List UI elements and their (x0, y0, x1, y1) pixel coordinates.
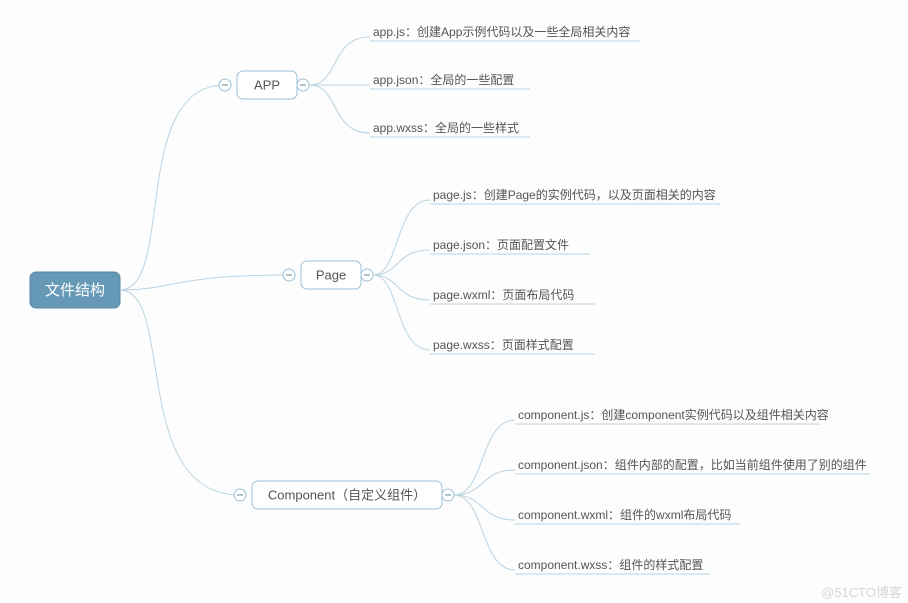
node-app[interactable]: APP (219, 71, 309, 99)
node-comp-label: Component（自定义组件） (268, 487, 426, 502)
leaf-comp-1: component.json：组件内部的配置，比如当前组件使用了别的组件 (515, 457, 870, 474)
branch-comp-3 (454, 495, 515, 570)
svg-text:page.js：创建Page的实例代码，以及页面相关的内容: page.js：创建Page的实例代码，以及页面相关的内容 (433, 187, 716, 202)
leaf-app-2: app.wxss：全局的一些样式 (370, 120, 530, 137)
svg-text:app.json：全局的一些配置: app.json：全局的一些配置 (373, 72, 514, 87)
leaf-page-1: page.json：页面配置文件 (430, 237, 590, 254)
svg-text:component.wxml：组件的wxml布局代码: component.wxml：组件的wxml布局代码 (518, 507, 731, 522)
watermark: @51CTO博客 (821, 585, 902, 600)
svg-text:component.wxss：组件的样式配置: component.wxss：组件的样式配置 (518, 557, 703, 572)
node-comp[interactable]: Component（自定义组件） (234, 481, 454, 509)
root-node[interactable]: 文件结构 (30, 272, 120, 308)
mindmap-canvas: 文件结构 APP app.js：创建App示例代码以及一些全局相关内容 app.… (0, 0, 908, 603)
node-app-label: APP (254, 77, 280, 92)
leaf-comp-2: component.wxml：组件的wxml布局代码 (515, 507, 740, 524)
svg-text:app.js：创建App示例代码以及一些全局相关内容: app.js：创建App示例代码以及一些全局相关内容 (373, 24, 630, 39)
node-page[interactable]: Page (283, 261, 373, 289)
branch-root-page (120, 275, 289, 290)
branch-root-app (120, 85, 225, 290)
leaf-comp-0: component.js：创建component实例代码以及组件相关内容 (515, 407, 829, 424)
leaf-app-0: app.js：创建App示例代码以及一些全局相关内容 (370, 24, 640, 41)
svg-text:component.js：创建component实例代码以及: component.js：创建component实例代码以及组件相关内容 (518, 407, 829, 422)
svg-text:app.wxss：全局的一些样式: app.wxss：全局的一些样式 (373, 120, 519, 135)
svg-text:page.wxss：页面样式配置: page.wxss：页面样式配置 (433, 337, 574, 352)
leaf-comp-3: component.wxss：组件的样式配置 (515, 557, 710, 574)
branch-app-0 (309, 37, 370, 85)
branch-comp-2 (454, 495, 515, 520)
svg-text:page.wxml：页面布局代码: page.wxml：页面布局代码 (433, 288, 574, 302)
branch-page-2 (373, 275, 430, 300)
svg-text:page.json：页面配置文件: page.json：页面配置文件 (433, 237, 569, 252)
leaf-app-1: app.json：全局的一些配置 (370, 72, 530, 89)
leaf-page-0: page.js：创建Page的实例代码，以及页面相关的内容 (430, 187, 720, 204)
branch-app-2 (309, 85, 370, 133)
node-page-label: Page (316, 267, 346, 282)
branch-comp-0 (454, 420, 515, 495)
leaf-page-2: page.wxml：页面布局代码 (430, 288, 595, 304)
branch-page-1 (373, 250, 430, 275)
branch-root-comp (120, 290, 240, 495)
branch-page-0 (373, 200, 430, 275)
leaf-page-3: page.wxss：页面样式配置 (430, 337, 595, 354)
branch-comp-1 (454, 470, 515, 495)
root-label: 文件结构 (45, 282, 105, 299)
svg-text:component.json：组件内部的配置，比如当前组件使: component.json：组件内部的配置，比如当前组件使用了别的组件 (518, 457, 867, 472)
branch-page-3 (373, 275, 430, 350)
